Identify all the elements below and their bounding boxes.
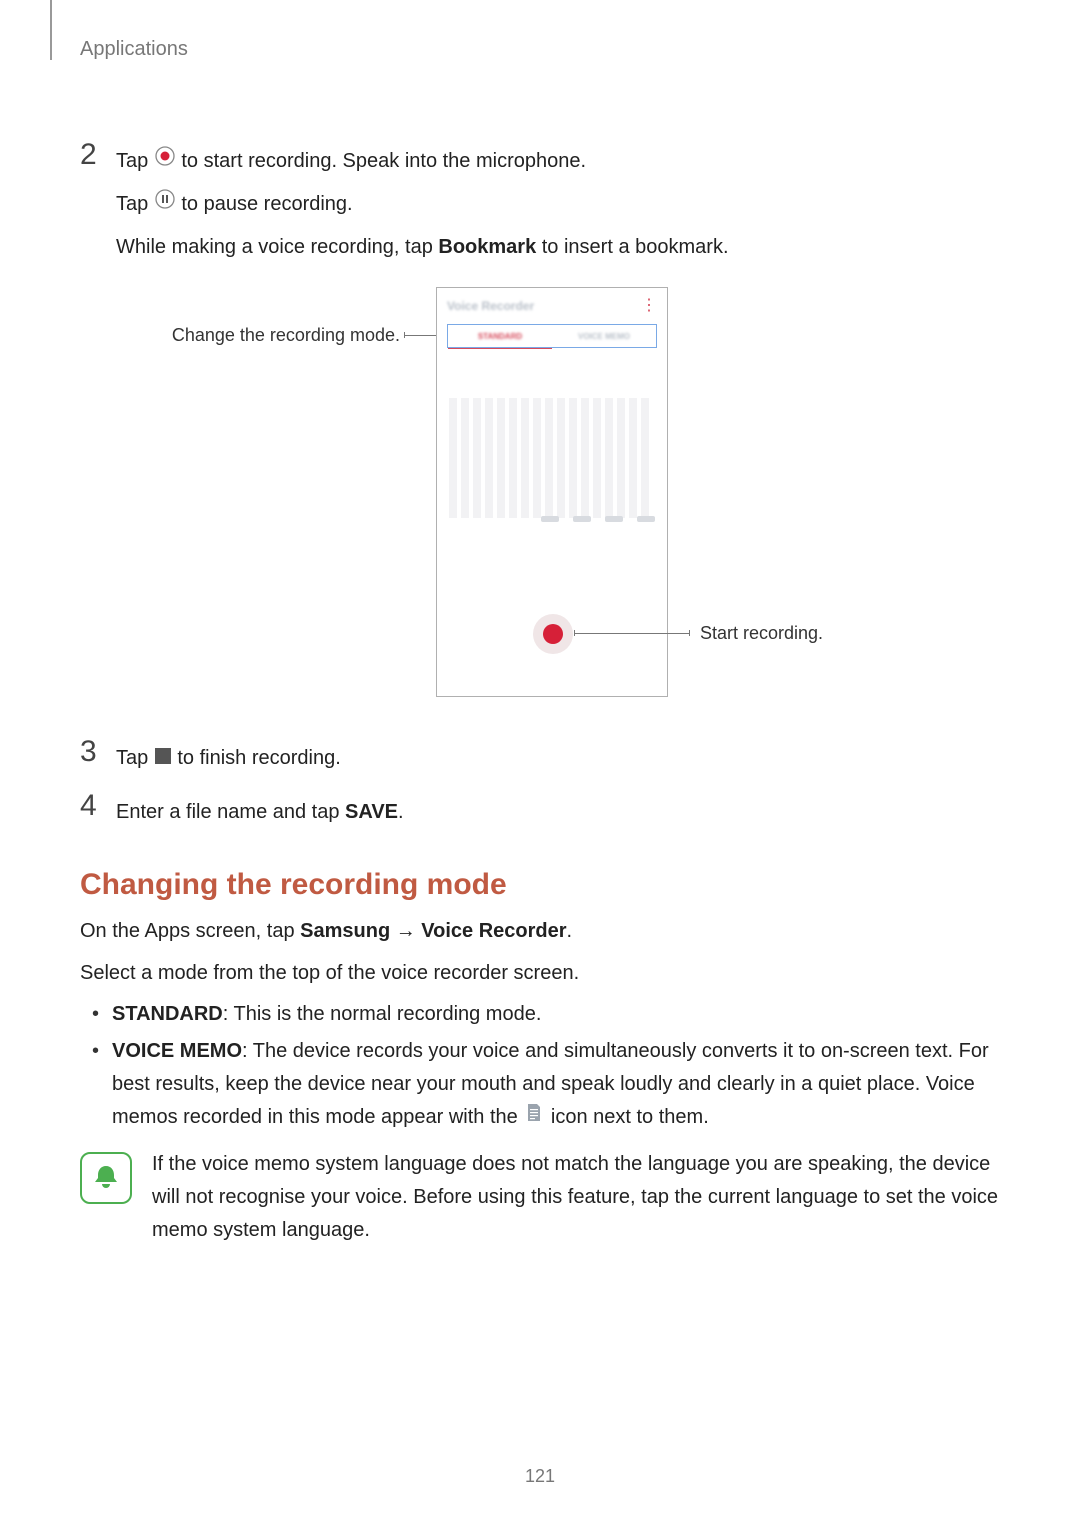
paragraph: On the Apps screen, tap Samsung → Voice …	[80, 914, 1000, 948]
tab-indicator	[448, 348, 552, 349]
text: icon next to them.	[551, 1106, 709, 1128]
callout-change-mode: Change the recording mode.	[120, 325, 400, 346]
pause-icon	[154, 187, 176, 222]
phone-screen: Voice Recorder ⋮ STANDARD VOICE MEMO	[436, 287, 668, 697]
bookmark-bold: Bookmark	[438, 236, 536, 258]
text: Tap	[116, 747, 154, 769]
list-item: STANDARD: This is the normal recording m…	[106, 998, 1000, 1031]
text: to start recording. Speak into the micro…	[181, 150, 586, 172]
waveform-area	[449, 398, 655, 518]
phone-header: Voice Recorder ⋮	[437, 288, 667, 324]
voice-memo-label: VOICE MEMO	[112, 1040, 242, 1062]
text: to pause recording.	[181, 193, 352, 215]
voice-recorder-figure: Change the recording mode. Voice Recorde…	[80, 287, 1000, 707]
step-number: 2	[80, 140, 116, 170]
section-header: Applications	[80, 38, 188, 61]
step-number: 4	[80, 791, 116, 821]
page: 2 Tap to start recording. Speak into the…	[0, 0, 1080, 1287]
save-bold: SAVE	[345, 801, 398, 823]
step-body: Tap to start recording. Speak into the m…	[116, 140, 1000, 273]
header-rule	[50, 0, 52, 60]
voice-recorder-bold: Voice Recorder	[421, 920, 566, 942]
step-body: Enter a file name and tap SAVE.	[116, 791, 1000, 838]
page-number: 121	[0, 1466, 1080, 1487]
samsung-bold: Samsung	[300, 920, 390, 942]
step-number: 3	[80, 737, 116, 767]
record-icon	[154, 144, 176, 179]
text: .	[398, 801, 404, 823]
list-item: VOICE MEMO: The device records your voic…	[106, 1035, 1000, 1134]
text: On the Apps screen, tap	[80, 920, 300, 942]
text: While making a voice recording, tap	[116, 236, 438, 258]
stop-icon	[154, 742, 172, 777]
text: Tap	[116, 193, 154, 215]
step-3: 3 Tap to finish recording.	[80, 737, 1000, 784]
callout-start-recording: Start recording.	[700, 623, 823, 644]
note-bell-icon	[80, 1152, 132, 1204]
mode-list: STANDARD: This is the normal recording m…	[80, 998, 1000, 1134]
step-4: 4 Enter a file name and tap SAVE.	[80, 791, 1000, 838]
text: .	[567, 920, 573, 942]
callout-line-right	[574, 633, 690, 634]
text: to insert a bookmark.	[542, 236, 729, 258]
arrow: →	[390, 920, 421, 942]
more-icon[interactable]: ⋮	[641, 302, 657, 310]
text: : This is the normal recording mode.	[223, 1003, 542, 1025]
step-2: 2 Tap to start recording. Speak into the…	[80, 140, 1000, 273]
memo-file-icon	[525, 1101, 543, 1134]
mode-tabs[interactable]: STANDARD VOICE MEMO	[447, 324, 657, 348]
tab-voice-memo[interactable]: VOICE MEMO	[552, 325, 656, 347]
text: Enter a file name and tap	[116, 801, 345, 823]
note: If the voice memo system language does n…	[80, 1148, 1000, 1247]
record-button[interactable]	[533, 614, 573, 654]
text: to finish recording.	[177, 747, 340, 769]
tab-standard[interactable]: STANDARD	[448, 325, 552, 347]
paragraph: Select a mode from the top of the voice …	[80, 956, 1000, 990]
timestamps	[437, 516, 667, 522]
step-body: Tap to finish recording.	[116, 737, 1000, 784]
record-dot-icon	[543, 624, 563, 644]
phone-title: Voice Recorder	[447, 299, 534, 313]
text: Tap	[116, 150, 154, 172]
standard-label: STANDARD	[112, 1003, 223, 1025]
heading-changing-mode: Changing the recording mode	[80, 868, 1000, 902]
note-text: If the voice memo system language does n…	[152, 1148, 1000, 1247]
